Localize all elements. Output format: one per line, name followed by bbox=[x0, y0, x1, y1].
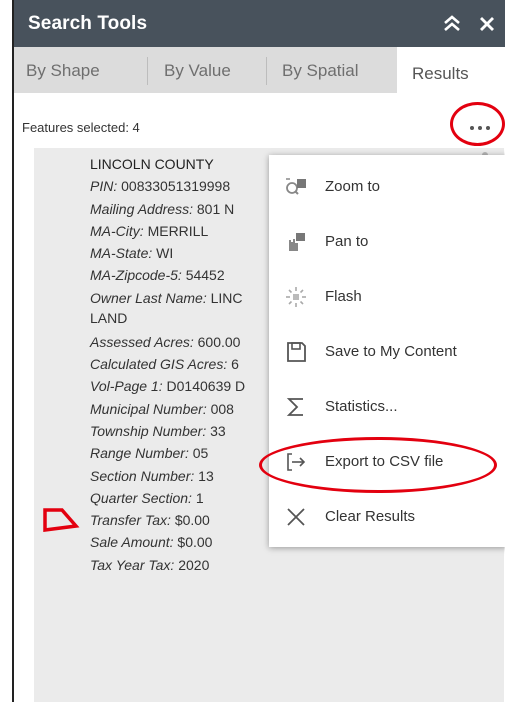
pan-to-icon bbox=[284, 230, 308, 254]
tab-by-spatial[interactable]: By Spatial bbox=[282, 47, 359, 93]
menu-item-statistics[interactable]: Statistics... bbox=[269, 387, 505, 427]
features-selected-count: Features selected: 4 bbox=[22, 120, 140, 135]
search-tools-panel: Search Tools By Shape By Value By Spatia… bbox=[12, 0, 505, 702]
clear-x-icon bbox=[284, 505, 308, 529]
panel-titlebar: Search Tools bbox=[14, 0, 505, 47]
menu-item-save-to-my-content[interactable]: Save to My Content bbox=[269, 332, 505, 372]
menu-item-flash[interactable]: Flash bbox=[269, 277, 505, 317]
tab-divider bbox=[147, 57, 148, 85]
double-chevron-up-icon[interactable] bbox=[439, 9, 465, 37]
polygon-icon[interactable] bbox=[42, 506, 80, 541]
save-icon bbox=[284, 340, 308, 364]
flash-icon bbox=[284, 285, 308, 309]
menu-item-pan-to[interactable]: Pan to bbox=[269, 222, 505, 262]
tab-results[interactable]: Results bbox=[397, 47, 505, 93]
menu-item-zoom-to[interactable]: Zoom to bbox=[269, 167, 505, 207]
panel-title: Search Tools bbox=[28, 13, 148, 34]
tab-by-value[interactable]: By Value bbox=[164, 47, 231, 93]
close-icon[interactable] bbox=[474, 9, 500, 37]
highlight-circle bbox=[450, 102, 505, 146]
tab-bar: By Shape By Value By Spatial Results bbox=[14, 47, 505, 93]
menu-item-clear-results[interactable]: Clear Results bbox=[269, 497, 505, 537]
highlight-circle bbox=[259, 437, 497, 493]
field-owner-last-name: Owner Last Name: LINC LAND bbox=[90, 289, 243, 326]
field-tax-year-tax: Tax Year Tax: 2020 bbox=[90, 556, 210, 573]
zoom-to-icon bbox=[284, 175, 308, 199]
tab-divider bbox=[266, 57, 267, 85]
sigma-icon bbox=[284, 395, 308, 419]
tab-by-shape[interactable]: By Shape bbox=[26, 47, 100, 93]
